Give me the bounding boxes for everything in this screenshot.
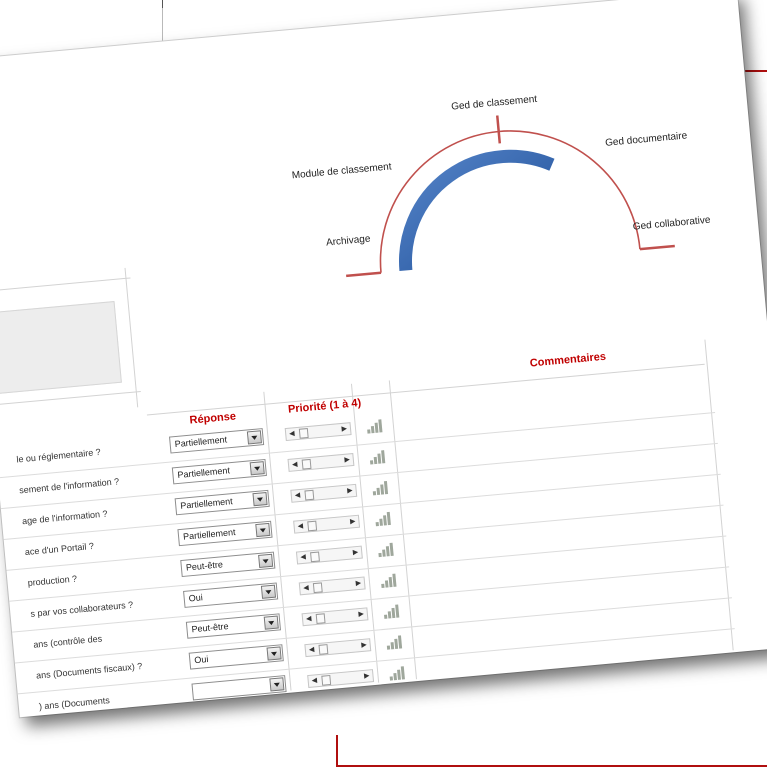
priority-slider[interactable]: ◀ ▶ bbox=[301, 607, 369, 627]
question-text: production ? bbox=[27, 573, 78, 588]
question-text: le ou réglementaire ? bbox=[15, 446, 102, 465]
dropdown-arrow-icon[interactable] bbox=[263, 615, 279, 630]
response-dropdown[interactable]: Peut-être bbox=[185, 613, 282, 639]
response-dropdown[interactable]: Partiellement bbox=[168, 428, 265, 454]
question-text: ans (Documents fiscaux) ? bbox=[35, 660, 143, 681]
slider-left-arrow-icon[interactable]: ◀ bbox=[300, 553, 306, 561]
maturity-gauge: Archivage Module de classement Ged de cl… bbox=[291, 34, 714, 329]
slider-thumb[interactable] bbox=[301, 458, 312, 470]
slider-thumb[interactable] bbox=[310, 551, 320, 563]
priority-slider[interactable]: ◀ ▶ bbox=[295, 545, 363, 565]
question-text: sement de l'information ? bbox=[18, 476, 120, 496]
priority-slider[interactable]: ◀ ▶ bbox=[298, 576, 366, 596]
slider-thumb[interactable] bbox=[304, 489, 315, 501]
slider-right-arrow-icon[interactable]: ▶ bbox=[347, 486, 353, 494]
response-dropdown[interactable]: Partiellement bbox=[174, 489, 270, 516]
slider-left-arrow-icon[interactable]: ◀ bbox=[292, 460, 298, 468]
slider-right-arrow-icon[interactable]: ▶ bbox=[358, 610, 364, 618]
slider-left-arrow-icon[interactable]: ◀ bbox=[306, 614, 312, 622]
response-value: Peut-être bbox=[191, 621, 229, 635]
document-page-wrapper: Archivage Module de classement Ged de cl… bbox=[0, 0, 767, 767]
slider-left-arrow-icon[interactable]: ◀ bbox=[311, 676, 317, 684]
response-dropdown[interactable]: Partiellement bbox=[177, 520, 273, 547]
gauge-tick-top bbox=[495, 115, 502, 144]
signal-bars-icon bbox=[386, 632, 407, 650]
response-value: Partiellement bbox=[177, 465, 231, 480]
slider-right-arrow-icon[interactable]: ▶ bbox=[361, 641, 367, 649]
dropdown-arrow-icon[interactable] bbox=[255, 522, 271, 538]
slider-right-arrow-icon[interactable]: ▶ bbox=[364, 671, 370, 679]
slider-left-arrow-icon[interactable]: ◀ bbox=[309, 645, 315, 653]
response-dropdown[interactable]: Peut-être bbox=[180, 551, 276, 578]
priority-slider[interactable]: ◀ ▶ bbox=[304, 638, 372, 658]
signal-bars-icon bbox=[380, 570, 401, 588]
response-value: Partiellement bbox=[179, 496, 234, 511]
response-value: Partiellement bbox=[174, 434, 228, 450]
priority-slider[interactable]: ◀ ▶ bbox=[284, 422, 352, 442]
slider-left-arrow-icon[interactable]: ◀ bbox=[289, 429, 295, 437]
dropdown-arrow-icon[interactable] bbox=[260, 584, 277, 599]
slider-right-arrow-icon[interactable]: ▶ bbox=[341, 424, 347, 432]
priority-slider[interactable]: ◀ ▶ bbox=[293, 514, 361, 534]
header-commentaires: Commentaires bbox=[529, 350, 607, 370]
summary-divider bbox=[124, 267, 139, 408]
slider-right-arrow-icon[interactable]: ▶ bbox=[344, 455, 350, 463]
signal-bars-icon bbox=[369, 447, 390, 465]
priority-slider[interactable]: ◀ ▶ bbox=[307, 669, 375, 689]
gauge-graphic bbox=[346, 115, 675, 278]
slider-left-arrow-icon[interactable]: ◀ bbox=[294, 491, 301, 499]
signal-bars-icon bbox=[375, 508, 396, 527]
dropdown-arrow-icon[interactable] bbox=[258, 553, 274, 568]
slider-thumb[interactable] bbox=[321, 674, 332, 686]
response-dropdown[interactable] bbox=[191, 675, 287, 701]
slider-thumb[interactable] bbox=[312, 582, 323, 594]
slider-thumb[interactable] bbox=[307, 520, 318, 532]
slider-right-arrow-icon[interactable]: ▶ bbox=[355, 579, 361, 587]
question-text: age de l'information ? bbox=[21, 508, 108, 527]
priority-slider[interactable]: ◀ ▶ bbox=[290, 483, 358, 503]
dropdown-arrow-icon[interactable] bbox=[246, 430, 262, 445]
question-text: s par vos collaborateurs ? bbox=[30, 599, 134, 619]
response-value: Peut-être bbox=[185, 559, 224, 573]
slider-right-arrow-icon[interactable]: ▶ bbox=[352, 548, 359, 556]
document-page: Archivage Module de classement Ged de cl… bbox=[0, 0, 767, 718]
response-value: Partiellement bbox=[182, 526, 236, 542]
signal-bars-icon bbox=[372, 478, 393, 496]
question-text: ans (contrôle des bbox=[32, 633, 103, 650]
summary-top-line bbox=[0, 277, 131, 293]
gauge-fill-arc bbox=[399, 149, 555, 272]
slider-left-arrow-icon[interactable]: ◀ bbox=[303, 584, 309, 592]
response-dropdown[interactable]: Oui bbox=[183, 582, 279, 608]
question-text: ) ans (Documents bbox=[38, 695, 111, 712]
slider-thumb[interactable] bbox=[315, 613, 326, 625]
priority-slider[interactable]: ◀ ▶ bbox=[287, 452, 355, 472]
response-dropdown[interactable]: Partiellement bbox=[171, 458, 267, 485]
gauge-tick-right bbox=[639, 244, 675, 251]
signal-bars-icon bbox=[366, 416, 387, 434]
dropdown-arrow-icon[interactable] bbox=[266, 646, 282, 661]
questionnaire-table: Réponse Priorité (1 à 4) Commentaires le… bbox=[0, 338, 767, 718]
signal-bars-icon bbox=[383, 601, 404, 619]
slider-thumb[interactable] bbox=[298, 427, 309, 439]
table-rows: le ou réglementaire ? Partiellement ◀ ▶ s… bbox=[0, 376, 767, 718]
response-value: Oui bbox=[188, 592, 204, 604]
dropdown-arrow-icon[interactable] bbox=[249, 461, 265, 476]
signal-bars-icon bbox=[377, 539, 398, 558]
slider-right-arrow-icon[interactable]: ▶ bbox=[350, 517, 356, 525]
slider-thumb[interactable] bbox=[318, 644, 329, 655]
question-text: ace d'un Portail ? bbox=[24, 540, 95, 558]
dropdown-arrow-icon[interactable] bbox=[269, 677, 285, 692]
summary-grey-box bbox=[0, 300, 122, 395]
response-dropdown[interactable]: Oui bbox=[188, 644, 284, 670]
dropdown-arrow-icon[interactable] bbox=[252, 492, 268, 507]
slider-left-arrow-icon[interactable]: ◀ bbox=[297, 522, 303, 530]
signal-bars-icon bbox=[389, 663, 410, 681]
gauge-tick-left bbox=[346, 271, 382, 278]
response-value: Oui bbox=[193, 653, 209, 666]
